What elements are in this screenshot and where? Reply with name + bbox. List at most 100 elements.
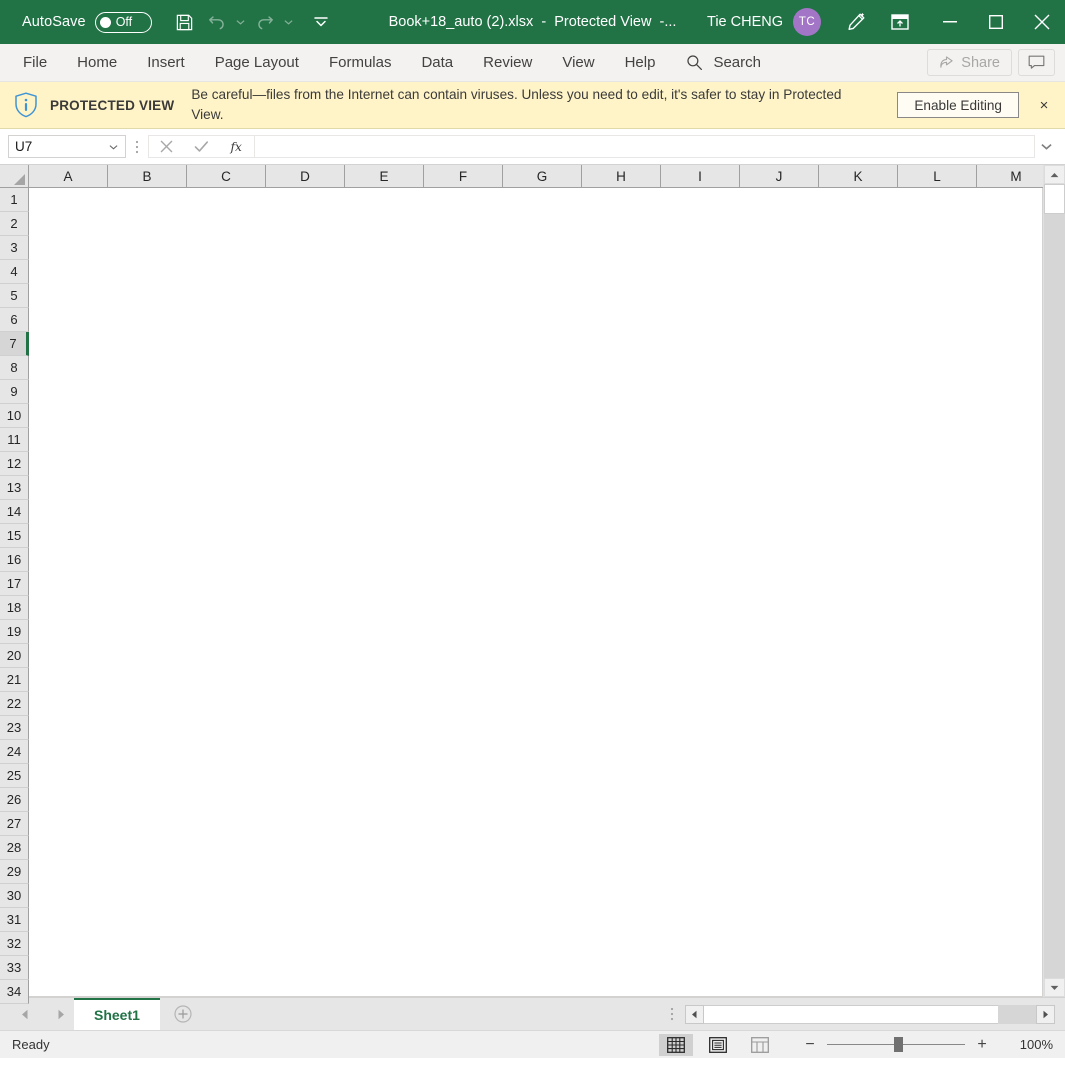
row-header-16[interactable]: 16 [0,548,29,572]
row-header-31[interactable]: 31 [0,908,29,932]
name-box[interactable]: U7 [8,135,126,158]
tab-view[interactable]: View [547,44,609,82]
cancel-formula-icon[interactable] [149,135,184,158]
normal-view-icon[interactable] [659,1033,693,1056]
minimize-button[interactable] [927,0,973,44]
row-header-20[interactable]: 20 [0,644,29,668]
horizontal-scrollbar[interactable] [685,998,1065,1030]
row-header-34[interactable]: 34 [0,980,29,1004]
horizontal-scrollbar-thumb[interactable] [704,1004,998,1024]
row-header-29[interactable]: 29 [0,860,29,884]
column-header-A[interactable]: A [29,165,108,187]
horizontal-scrollbar-track[interactable] [998,1004,1036,1024]
select-all-button[interactable] [0,165,29,188]
maximize-button[interactable] [973,0,1019,44]
row-header-2[interactable]: 2 [0,212,29,236]
scroll-down-arrow-icon[interactable] [1044,978,1065,997]
zoom-level-value[interactable]: 100% [1005,1037,1053,1052]
expand-formula-bar-icon[interactable] [1035,143,1057,150]
row-header-30[interactable]: 30 [0,884,29,908]
column-header-H[interactable]: H [582,165,661,187]
ribbon-display-options-icon[interactable] [883,5,917,39]
row-header-22[interactable]: 22 [0,692,29,716]
name-box-dropdown-icon[interactable] [107,144,119,150]
tab-data[interactable]: Data [406,44,468,82]
column-header-C[interactable]: C [187,165,266,187]
row-header-33[interactable]: 33 [0,956,29,980]
row-header-26[interactable]: 26 [0,788,29,812]
tab-formulas[interactable]: Formulas [314,44,407,82]
tab-file[interactable]: File [8,44,62,82]
row-header-27[interactable]: 27 [0,812,29,836]
undo-icon[interactable] [202,7,232,37]
share-button[interactable]: Share [927,49,1012,76]
row-header-4[interactable]: 4 [0,260,29,284]
customize-qat-icon[interactable] [306,7,336,37]
row-header-21[interactable]: 21 [0,668,29,692]
enable-editing-button[interactable]: Enable Editing [897,92,1019,118]
row-header-7[interactable]: 7 [0,332,29,356]
row-header-32[interactable]: 32 [0,932,29,956]
previous-sheet-arrow-icon[interactable] [18,1004,32,1024]
zoom-slider[interactable] [823,1034,969,1056]
next-sheet-arrow-icon[interactable] [54,1004,68,1024]
vertical-scrollbar[interactable] [1043,165,1065,997]
row-header-3[interactable]: 3 [0,236,29,260]
tab-review[interactable]: Review [468,44,547,82]
page-layout-view-icon[interactable] [701,1034,735,1056]
row-header-10[interactable]: 10 [0,404,29,428]
autosave-toggle[interactable]: Off [94,11,152,33]
row-header-1[interactable]: 1 [0,188,29,212]
scroll-left-arrow-icon[interactable] [685,1004,704,1024]
tab-bar-split-grip-icon[interactable] [659,998,685,1030]
search-input[interactable]: Search [686,54,761,71]
comments-button[interactable] [1018,49,1055,76]
zoom-in-button[interactable]: + [969,1034,995,1056]
page-break-preview-icon[interactable] [743,1034,777,1056]
close-button[interactable] [1019,0,1065,44]
formula-input[interactable] [255,135,1035,158]
row-header-14[interactable]: 14 [0,500,29,524]
redo-dropdown-chevron-icon[interactable] [282,7,296,37]
row-header-6[interactable]: 6 [0,308,29,332]
tab-page-layout[interactable]: Page Layout [200,44,314,82]
vertical-scrollbar-thumb[interactable] [1044,184,1065,214]
row-header-11[interactable]: 11 [0,428,29,452]
row-header-13[interactable]: 13 [0,476,29,500]
column-header-E[interactable]: E [345,165,424,187]
row-header-19[interactable]: 19 [0,620,29,644]
scroll-up-arrow-icon[interactable] [1044,165,1065,184]
column-header-I[interactable]: I [661,165,740,187]
tab-help[interactable]: Help [610,44,671,82]
sheet-tab-sheet1[interactable]: Sheet1 [74,998,160,1030]
save-icon[interactable] [170,7,200,37]
enter-formula-icon[interactable] [184,135,219,158]
column-header-G[interactable]: G [503,165,582,187]
row-header-9[interactable]: 9 [0,380,29,404]
insert-function-icon[interactable]: fx [219,135,254,158]
row-header-23[interactable]: 23 [0,716,29,740]
column-header-F[interactable]: F [424,165,503,187]
scroll-right-arrow-icon[interactable] [1036,1004,1055,1024]
ink-pen-icon[interactable] [839,5,873,39]
undo-dropdown-chevron-icon[interactable] [234,7,248,37]
zoom-out-button[interactable]: − [797,1034,823,1056]
vertical-scrollbar-track[interactable] [1044,214,1065,978]
row-header-12[interactable]: 12 [0,452,29,476]
tab-home[interactable]: Home [62,44,132,82]
redo-icon[interactable] [250,7,280,37]
row-header-18[interactable]: 18 [0,596,29,620]
column-header-K[interactable]: K [819,165,898,187]
row-header-8[interactable]: 8 [0,356,29,380]
row-header-24[interactable]: 24 [0,740,29,764]
cell-area[interactable] [29,188,1043,997]
tab-insert[interactable]: Insert [132,44,200,82]
column-header-L[interactable]: L [898,165,977,187]
zoom-slider-thumb[interactable] [894,1037,903,1052]
row-header-28[interactable]: 28 [0,836,29,860]
column-header-B[interactable]: B [108,165,187,187]
row-header-25[interactable]: 25 [0,764,29,788]
column-header-D[interactable]: D [266,165,345,187]
row-header-5[interactable]: 5 [0,284,29,308]
column-header-J[interactable]: J [740,165,819,187]
